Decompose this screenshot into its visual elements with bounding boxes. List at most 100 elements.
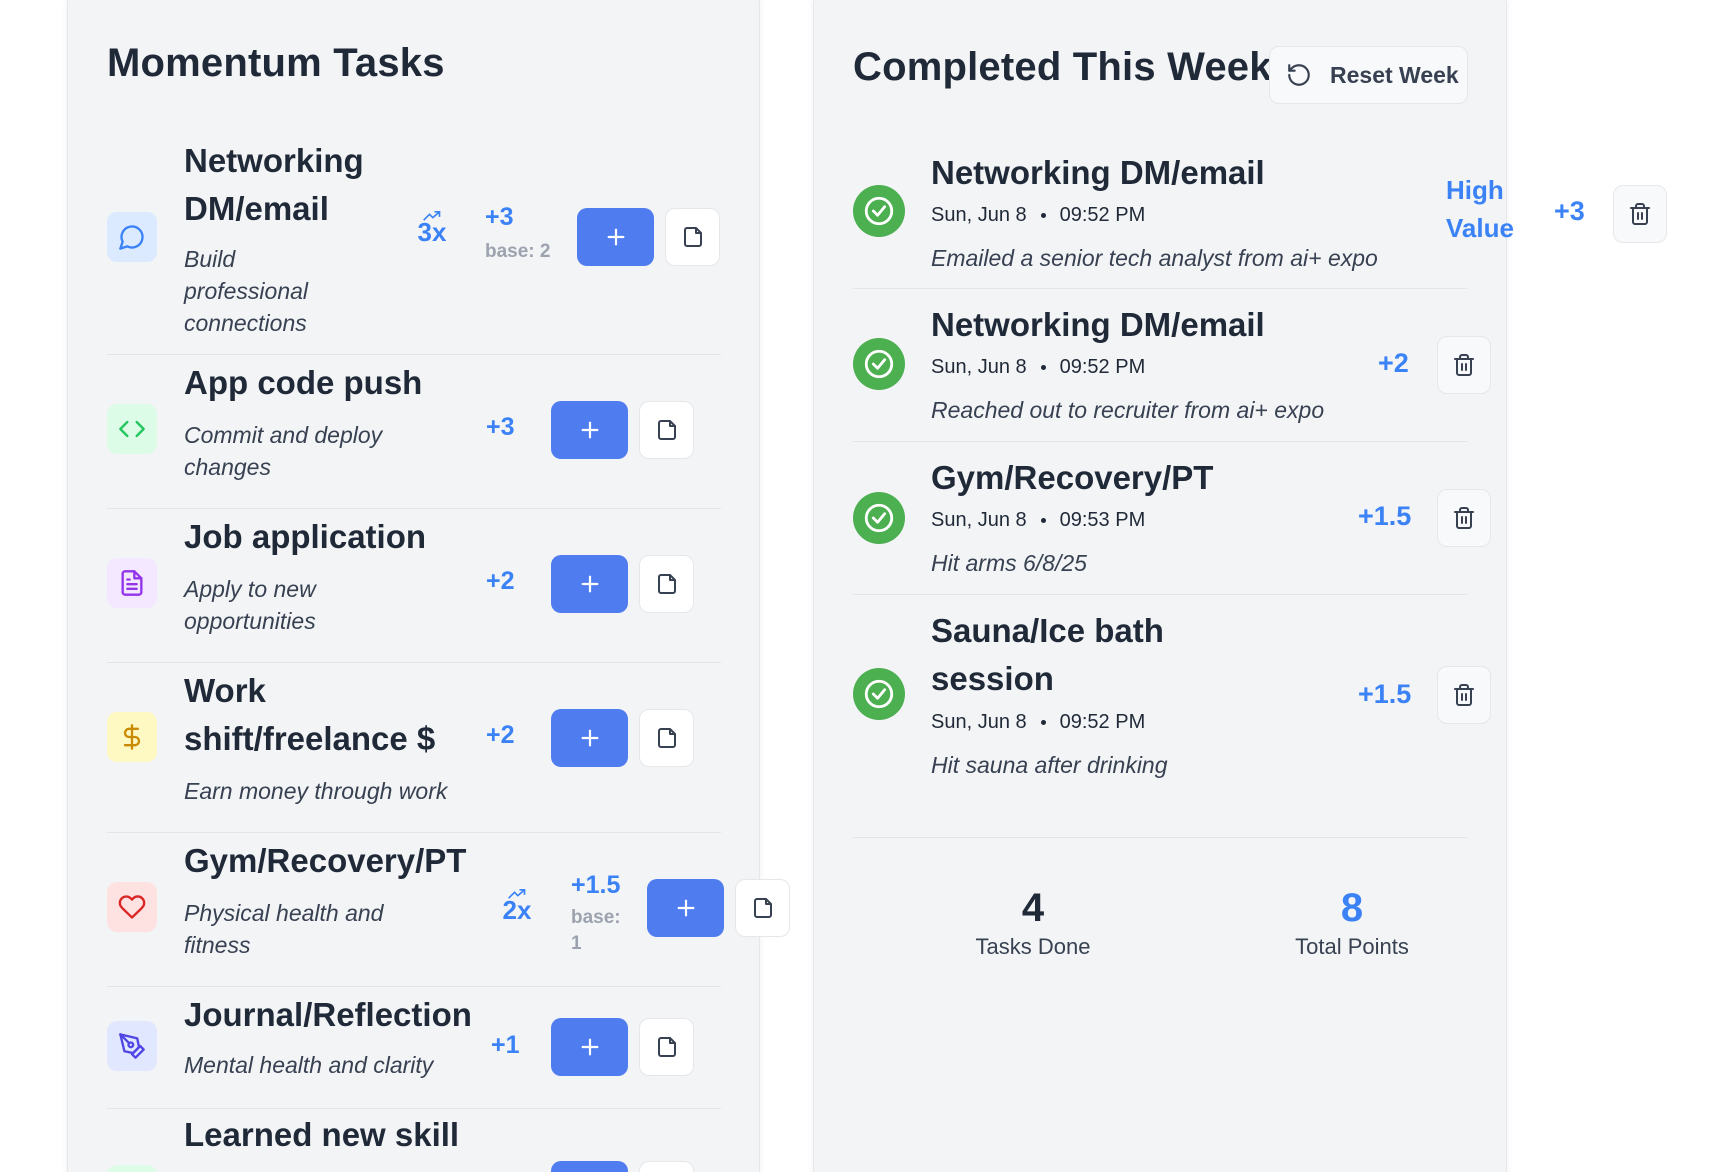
base-points: base: 2 xyxy=(485,241,551,262)
note-icon xyxy=(657,728,676,748)
completed-entry: Gym/Recovery/PT Sun, Jun 8 09:53 PM Hit a… xyxy=(853,442,1491,595)
trending-up-icon xyxy=(412,199,452,221)
entry-note: Reached out to recruiter from ai+ expo xyxy=(931,397,1325,423)
base-points: base: 1 xyxy=(571,907,621,954)
high-value-badge: High Value xyxy=(1446,175,1514,243)
momentum-tasks-title: Momentum Tasks xyxy=(107,41,445,85)
task-description: Commit and deploy changes xyxy=(184,422,383,480)
task-description: Earn money through work xyxy=(184,778,448,804)
total-points-label: Total Points xyxy=(1295,934,1409,959)
task-row-journal: Journal/Reflection Mental health and cla… xyxy=(107,987,721,1109)
total-points-value: 8 xyxy=(1340,886,1364,930)
entry-points: +1.5 xyxy=(1358,501,1412,531)
trash-icon xyxy=(1454,507,1474,529)
entry-title: Gym/Recovery/PT xyxy=(931,459,1214,496)
tasks-done-label: Tasks Done xyxy=(975,934,1091,959)
task-title: Journal/Reflection xyxy=(184,996,472,1033)
task-title: Networking DM/email xyxy=(184,142,364,227)
entry-timestamp: Sun, Jun 8 09:53 PM xyxy=(931,509,1146,531)
completed-week-panel: Completed This Week Reset Week Networkin… xyxy=(813,0,1667,1172)
add-task-button[interactable] xyxy=(551,555,628,613)
task-points: +3 xyxy=(486,413,515,441)
entry-points: +1.5 xyxy=(1358,679,1412,709)
trash-icon xyxy=(1630,203,1650,225)
task-title: App code push xyxy=(184,364,423,401)
task-title: Learned new skill xyxy=(184,1116,460,1153)
note-icon xyxy=(683,227,702,247)
note-icon xyxy=(753,898,772,918)
entry-points: +2 xyxy=(1378,348,1409,378)
task-row-app-code-push: App code push Commit and deploy changes +… xyxy=(107,355,721,509)
task-title: Gym/Recovery/PT xyxy=(184,842,467,879)
total-points-stat: 8 Total Points xyxy=(1232,884,1472,960)
note-button[interactable] xyxy=(639,1161,694,1172)
add-task-button[interactable] xyxy=(551,401,628,459)
pen-tool-icon xyxy=(107,1021,157,1071)
entry-timestamp: Sun, Jun 8 09:52 PM xyxy=(931,204,1146,226)
add-task-button[interactable] xyxy=(551,1018,628,1076)
dollar-icon xyxy=(107,712,157,762)
completed-entry: Networking DM/email Sun, Jun 8 09:52 PM E… xyxy=(853,137,1667,289)
add-task-button[interactable] xyxy=(577,208,654,266)
task-row-learned-skill: Learned new skill xyxy=(107,1109,721,1172)
note-icon xyxy=(657,574,676,594)
reset-week-label: Reset Week xyxy=(1330,61,1459,88)
note-button[interactable] xyxy=(639,1018,694,1076)
document-text-icon xyxy=(107,558,157,608)
task-points: +1.5 xyxy=(571,871,621,899)
task-row-gym: Gym/Recovery/PT Physical health and fitne… xyxy=(107,833,790,987)
check-circle-icon xyxy=(853,668,905,720)
task-title: Job application xyxy=(184,518,427,555)
completed-entry: Sauna/Ice bath session Sun, Jun 8 09:52 PM… xyxy=(853,595,1491,838)
task-description: Apply to new opportunities xyxy=(184,576,316,634)
add-task-button[interactable] xyxy=(551,709,628,767)
entry-note: Hit sauna after drinking xyxy=(931,752,1168,778)
task-title: Work shift/freelance $ xyxy=(184,672,436,757)
check-circle-icon xyxy=(853,185,905,237)
task-points: +2 xyxy=(486,567,515,595)
task-description: Physical health and fitness xyxy=(184,900,384,958)
completed-entry: Networking DM/email Sun, Jun 8 09:52 PM R… xyxy=(853,289,1491,442)
momentum-tasks-panel: Momentum Tasks Networking DM/email Build p… xyxy=(67,0,790,1172)
add-task-button[interactable] xyxy=(551,1161,628,1172)
heart-icon xyxy=(107,882,157,932)
trash-icon xyxy=(1454,684,1474,706)
note-icon xyxy=(657,420,676,440)
task-row-job-application: Job application Apply to new opportunitie… xyxy=(107,509,721,663)
note-button[interactable] xyxy=(665,208,720,266)
delete-entry-button[interactable] xyxy=(1437,666,1491,724)
entry-note: Hit arms 6/8/25 xyxy=(931,550,1087,576)
note-button[interactable] xyxy=(735,879,790,937)
task-description: Mental health and clarity xyxy=(184,1052,434,1078)
entry-timestamp: Sun, Jun 8 09:52 PM xyxy=(931,711,1146,733)
reset-icon xyxy=(1288,64,1310,86)
task-row-networking: Networking DM/email Build professional conn… xyxy=(107,135,721,355)
entry-title: Sauna/Ice bath session xyxy=(931,612,1164,697)
tasks-done-value: 4 xyxy=(1021,886,1045,930)
task-points: +3 xyxy=(485,203,514,231)
reset-week-button[interactable]: Reset Week xyxy=(1269,46,1468,104)
note-button[interactable] xyxy=(639,401,694,459)
message-bubble-icon xyxy=(107,212,157,262)
note-icon xyxy=(657,1037,676,1057)
note-button[interactable] xyxy=(639,709,694,767)
entry-note: Emailed a senior tech analyst from ai+ e… xyxy=(931,245,1378,271)
trending-up-icon xyxy=(497,877,537,899)
add-task-button[interactable] xyxy=(647,879,724,937)
tasks-done-stat: 4 Tasks Done xyxy=(913,884,1153,960)
trash-icon xyxy=(1454,354,1474,376)
note-button[interactable] xyxy=(639,555,694,613)
check-circle-icon xyxy=(853,492,905,544)
task-row-work-shift: Work shift/freelance $ Earn money through… xyxy=(107,663,721,833)
task-description: Build professional connections xyxy=(184,246,309,336)
delete-entry-button[interactable] xyxy=(1437,336,1491,394)
entry-title: Networking DM/email xyxy=(931,154,1265,191)
entry-points: +3 xyxy=(1554,196,1585,226)
completed-title: Completed This Week xyxy=(853,45,1272,89)
check-circle-icon xyxy=(853,338,905,390)
multiplier-badge: 2x xyxy=(497,877,537,926)
task-points: +1 xyxy=(491,1031,520,1059)
delete-entry-button[interactable] xyxy=(1437,489,1491,547)
delete-entry-button[interactable] xyxy=(1613,185,1667,243)
code-brackets-icon xyxy=(107,404,157,454)
